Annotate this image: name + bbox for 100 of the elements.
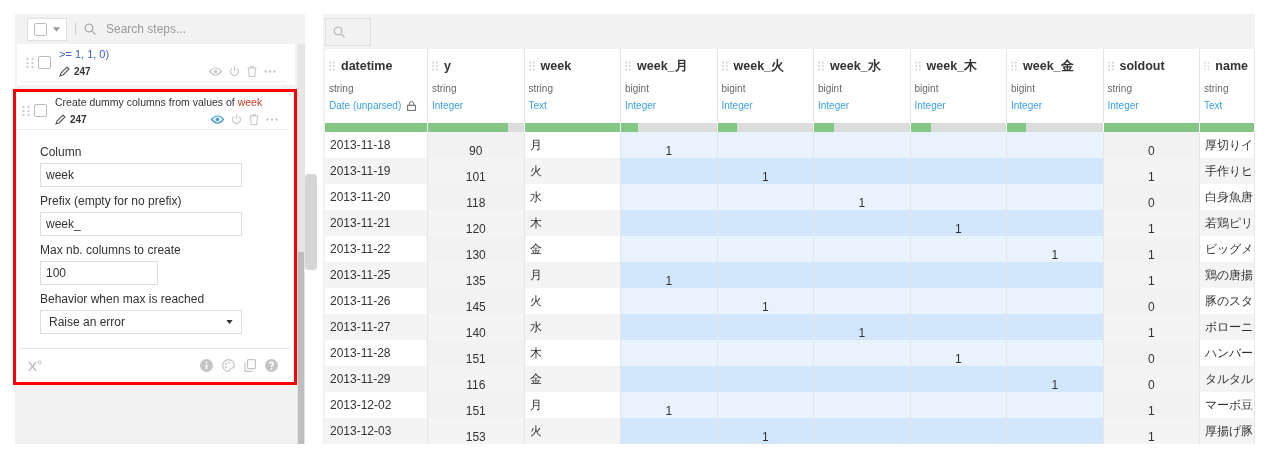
step-checkbox[interactable] xyxy=(38,56,51,69)
table-cell: 130 xyxy=(428,236,525,262)
table-cell: 1 xyxy=(1103,418,1200,444)
input-field[interactable]: week xyxy=(40,163,242,187)
table-cell: 厚揚げ豚 xyxy=(1200,418,1255,444)
column-name: y xyxy=(444,59,451,73)
table-cell: 1 xyxy=(717,158,814,184)
table-cell: 火 xyxy=(524,158,621,184)
palette-icon[interactable] xyxy=(222,359,235,372)
table-cell: 2013-11-29 xyxy=(325,366,428,392)
more-icon[interactable] xyxy=(264,70,276,73)
search-icon xyxy=(84,23,96,35)
trash-icon[interactable] xyxy=(249,114,259,125)
drag-handle-icon[interactable] xyxy=(818,61,824,71)
table-cell: 2013-11-25 xyxy=(325,262,428,288)
storage-type: string xyxy=(432,83,458,94)
drag-handle-icon[interactable] xyxy=(914,61,921,71)
table-cell: 1 xyxy=(621,132,718,158)
table-cell: 若鶏ピリ xyxy=(1200,210,1255,236)
table-cell: タルタル xyxy=(1200,366,1255,392)
table-cell: 水 xyxy=(524,314,621,340)
more-icon[interactable] xyxy=(266,118,278,121)
column-name: week_月 xyxy=(637,57,688,75)
column-name: week_木 xyxy=(926,57,978,75)
input-field[interactable]: week_ xyxy=(40,212,242,236)
step-formula: >= 1, 1, 0) xyxy=(59,48,111,60)
info-icon[interactable] xyxy=(200,359,213,372)
table-cell: 0 xyxy=(1103,184,1200,210)
caret-icon xyxy=(226,320,233,324)
table-cell: 0 xyxy=(1103,288,1200,314)
table-cell: 1 xyxy=(621,392,718,418)
table-cell: 118 xyxy=(428,184,525,210)
column-name: week_水 xyxy=(830,57,881,75)
table-cell: 1 xyxy=(1103,262,1200,288)
table-cell: 1 xyxy=(621,262,718,288)
drag-handle-icon[interactable] xyxy=(1011,61,1017,71)
drag-handle-icon[interactable] xyxy=(26,56,34,69)
table-cell: 木 xyxy=(524,210,621,236)
eye-icon[interactable] xyxy=(211,115,224,124)
table-cell: 0 xyxy=(1103,340,1200,366)
power-icon[interactable] xyxy=(231,114,242,125)
table-search-field[interactable] xyxy=(325,17,371,46)
step-checkbox[interactable] xyxy=(34,104,47,117)
storage-type: bigint xyxy=(721,83,747,94)
table-cell: 1 xyxy=(910,340,1007,366)
pencil-icon xyxy=(59,66,70,77)
table-cell: 1 xyxy=(1007,236,1104,262)
table-cell: 1 xyxy=(717,418,814,444)
table-cell: 116 xyxy=(428,366,525,392)
column-name: week xyxy=(540,59,572,73)
table-cell: 1 xyxy=(814,314,911,340)
drag-handle-icon[interactable] xyxy=(528,61,535,71)
help-icon[interactable] xyxy=(265,359,278,372)
table-cell: 鶏の唐揚 xyxy=(1200,262,1255,288)
drag-handle-icon[interactable] xyxy=(1204,61,1210,71)
table-cell: 0 xyxy=(1103,132,1200,158)
storage-type: string xyxy=(1107,83,1133,94)
table-cell: 1 xyxy=(1103,158,1200,184)
table-cell: 90 xyxy=(428,132,525,158)
superscript-x-icon[interactable] xyxy=(28,359,42,372)
table-cell: 145 xyxy=(428,288,525,314)
search-field[interactable]: Search steps... xyxy=(104,21,258,37)
storage-type: string xyxy=(1204,83,1230,94)
splitter-handle[interactable] xyxy=(305,174,317,270)
trash-icon[interactable] xyxy=(247,66,257,77)
step-description: Create dummy columns from values of week xyxy=(55,96,264,108)
storage-type: string xyxy=(329,83,355,94)
table-cell: 火 xyxy=(524,418,621,444)
scrollbar-thumb[interactable] xyxy=(298,252,304,444)
dropdown[interactable]: Raise an error xyxy=(40,310,242,334)
table-cell: 手作りヒ xyxy=(1200,158,1255,184)
drag-handle-icon[interactable] xyxy=(721,61,728,71)
table-cell: 120 xyxy=(428,210,525,236)
table-cell: 0 xyxy=(1103,366,1200,392)
copy-icon[interactable] xyxy=(244,359,256,372)
storage-type: bigint xyxy=(914,83,940,94)
drag-handle-icon[interactable] xyxy=(1107,61,1114,71)
field-label: Prefix (empty for no prefix) xyxy=(40,194,183,208)
input-field[interactable]: 100 xyxy=(40,261,158,285)
table-cell: 1 xyxy=(910,210,1007,236)
column-name: name xyxy=(1215,59,1248,73)
table-cell: 2013-11-21 xyxy=(325,210,428,236)
table-cell: 金 xyxy=(524,366,621,392)
storage-type: bigint xyxy=(1011,83,1036,94)
table-cell: 2013-11-19 xyxy=(325,158,428,184)
table-cell: 1 xyxy=(717,288,814,314)
drag-handle-icon[interactable] xyxy=(625,61,631,71)
power-icon[interactable] xyxy=(229,66,240,77)
eye-icon[interactable] xyxy=(209,67,222,76)
table-cell: 月 xyxy=(524,262,621,288)
column-name: week_金 xyxy=(1023,57,1074,75)
drag-handle-icon[interactable] xyxy=(432,61,438,71)
field-label: Max nb. columns to create xyxy=(40,243,182,257)
drag-handle-icon[interactable] xyxy=(22,104,30,117)
field-label: Behavior when max is reached xyxy=(40,292,206,306)
drag-handle-icon[interactable] xyxy=(329,61,335,71)
select-all-dropdown[interactable] xyxy=(27,17,67,41)
field-label: Column xyxy=(40,145,83,159)
row-count: 247 xyxy=(70,114,87,125)
table-cell: 101 xyxy=(428,158,525,184)
